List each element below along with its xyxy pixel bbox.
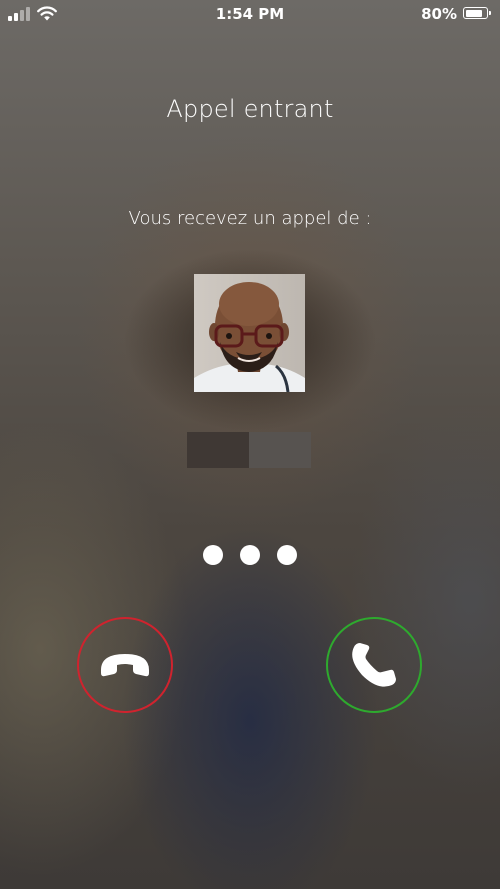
decline-call-button[interactable] [77, 617, 173, 713]
caller-name-redacted [187, 432, 311, 468]
battery-icon [463, 7, 491, 19]
caller-avatar [194, 274, 305, 392]
battery-percentage: 80% [421, 5, 457, 23]
indicator-dot [277, 545, 297, 565]
indicator-dot [203, 545, 223, 565]
call-subtitle: Vous recevez un appel de : [128, 208, 372, 229]
call-title: Appel entrant [166, 95, 334, 123]
status-bar: 1:54 PM 80% [0, 0, 500, 26]
phone-hangup-icon [101, 654, 149, 677]
indicator-dot [240, 545, 260, 565]
phone-icon [352, 643, 396, 687]
incoming-call-screen: 1:54 PM 80% Appel entrant Vous recevez u… [0, 0, 500, 889]
accept-call-button[interactable] [326, 617, 422, 713]
calling-indicator [0, 545, 500, 565]
